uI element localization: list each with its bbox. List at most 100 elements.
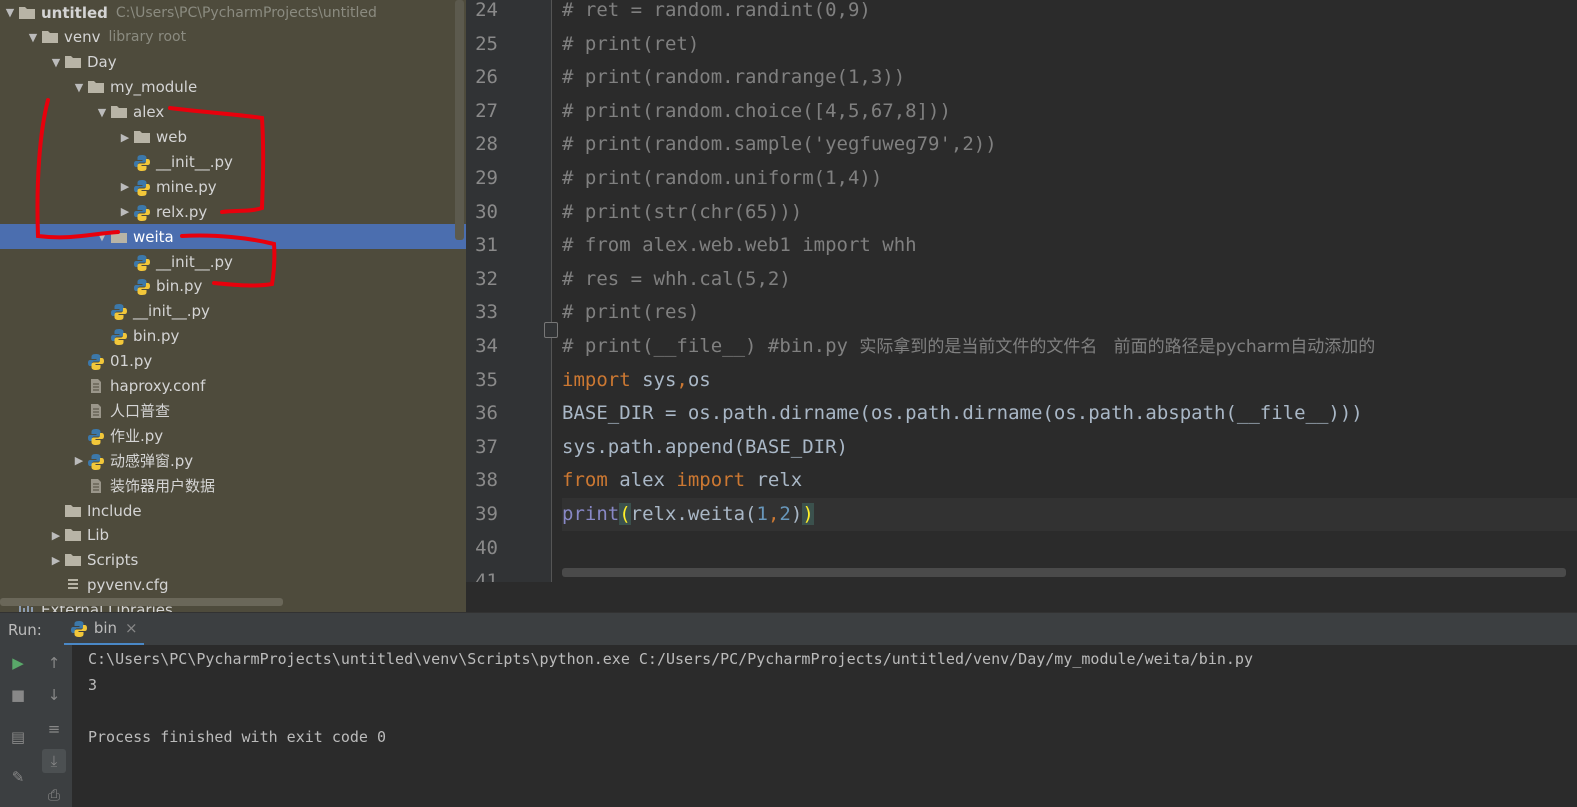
- tree-item[interactable]: __init__.py: [0, 149, 466, 174]
- code-comment: # print(random.uniform(1,4)): [562, 167, 883, 189]
- folder-icon: [64, 527, 82, 543]
- tree-item[interactable]: ▼ alex: [0, 100, 466, 125]
- tree-item-label: 动感弹窗.py: [110, 452, 194, 471]
- code-text: relx.weita(: [630, 503, 757, 525]
- line-number: 30: [475, 200, 498, 223]
- code-line: import sys,os: [562, 364, 1577, 397]
- tree-vertical-scrollbar[interactable]: [455, 0, 464, 240]
- tree-item-label: alex: [133, 103, 165, 122]
- line-number: 24: [475, 0, 498, 21]
- tree-item[interactable]: __init__.py: [0, 249, 466, 274]
- line-number: 41: [475, 570, 498, 582]
- tree-item[interactable]: 作业.py: [0, 423, 466, 448]
- code-text: os: [687, 368, 711, 391]
- code-line: BASE_DIR = os.path.dirname(os.path.dirna…: [562, 397, 1577, 430]
- collapse-arrow-icon[interactable]: ▶: [117, 180, 133, 193]
- run-toolbar: ▶ ↑ ■ ↓ ≡ ▤ ⤓ ✎ ⎙: [0, 645, 72, 807]
- expand-arrow-icon[interactable]: ▼: [2, 6, 18, 19]
- collapse-arrow-icon[interactable]: ▶: [117, 205, 133, 218]
- expand-arrow-icon[interactable]: ▼: [48, 56, 64, 69]
- tree-item-label: 装饰器用户数据: [110, 477, 216, 496]
- console-line: C:\Users\PC\PycharmProjects\untitled\ven…: [88, 650, 1253, 668]
- folder-icon: [110, 104, 128, 120]
- run-console-output[interactable]: C:\Users\PC\PycharmProjects\untitled\ven…: [72, 645, 1577, 807]
- print-icon[interactable]: ⎙: [42, 783, 66, 807]
- fold-marker-icon[interactable]: [544, 322, 558, 338]
- scroll-to-end-icon[interactable]: ⤓: [42, 749, 66, 773]
- tree-item[interactable]: ▼ weita: [0, 224, 466, 250]
- line-number: 38: [475, 469, 498, 492]
- tree-item[interactable]: bin.py: [0, 324, 466, 349]
- tree-item[interactable]: ▶ 动感弹窗.py: [0, 448, 466, 473]
- tree-item-label: weita: [133, 227, 174, 246]
- tree-item-label: bin.py: [156, 277, 203, 296]
- tree-item-label: __init__.py: [156, 152, 233, 171]
- pin-icon[interactable]: ✎: [6, 765, 30, 789]
- python-file-icon: [87, 428, 105, 445]
- python-file-icon: [110, 303, 128, 321]
- line-number: 36: [475, 402, 498, 425]
- line-number: 25: [475, 32, 498, 55]
- console-line: 3: [88, 676, 98, 694]
- tree-item[interactable]: ▼ Day: [0, 50, 466, 75]
- python-file-icon: [133, 278, 151, 296]
- close-icon[interactable]: ×: [125, 619, 138, 637]
- code-line: # res = whh.cal(5,2): [562, 263, 1577, 296]
- tree-item[interactable]: 装饰器用户数据: [0, 473, 466, 498]
- tree-item[interactable]: ▼ venv library root: [0, 25, 466, 50]
- stop-icon[interactable]: ■: [6, 683, 30, 707]
- collapse-arrow-icon[interactable]: ▶: [117, 131, 133, 144]
- console-line: Process finished with exit code 0: [88, 728, 387, 746]
- collapse-arrow-icon[interactable]: ▶: [71, 454, 87, 467]
- folder-icon: [64, 552, 82, 568]
- tree-item[interactable]: ▶ mine.py: [0, 174, 466, 199]
- rerun-icon[interactable]: ▶: [6, 651, 30, 675]
- code-line: # from alex.web.web1 import whh: [562, 229, 1577, 262]
- collapse-arrow-icon[interactable]: ▶: [48, 554, 64, 567]
- code-line: # print(random.sample('yegfuweg79',2)): [562, 128, 1577, 161]
- tree-item[interactable]: ▼ untitled C:\Users\PC\PycharmProjects\unt…: [0, 0, 466, 25]
- folder-icon: [64, 503, 82, 519]
- editor-horizontal-scrollbar[interactable]: [562, 568, 1566, 577]
- tree-item[interactable]: __init__.py: [0, 299, 466, 324]
- collapse-arrow-icon[interactable]: ▶: [48, 529, 64, 542]
- scroll-up-icon[interactable]: ↑: [42, 651, 66, 675]
- expand-arrow-icon[interactable]: ▼: [94, 230, 110, 243]
- code-line: # print(str(chr(65))): [562, 196, 1577, 229]
- expand-arrow-icon[interactable]: ▼: [71, 81, 87, 94]
- tree-item[interactable]: pyvenv.cfg: [0, 573, 466, 598]
- tree-item[interactable]: ▶ relx.py: [0, 199, 466, 224]
- run-label: Run:: [8, 620, 42, 639]
- tree-item[interactable]: 人口普查: [0, 398, 466, 423]
- tree-item-label: __init__.py: [156, 252, 233, 271]
- line-number: 29: [475, 167, 498, 189]
- line-number: 26: [475, 66, 498, 89]
- expand-arrow-icon[interactable]: ▼: [25, 31, 41, 44]
- tree-item-label: pyvenv.cfg: [87, 576, 169, 595]
- code-keyword: import: [562, 368, 631, 391]
- line-number: 28: [475, 133, 498, 156]
- tree-item[interactable]: 01.py: [0, 349, 466, 374]
- layout-icon[interactable]: ▤: [6, 725, 30, 749]
- tree-item[interactable]: ▶ Lib: [0, 523, 466, 548]
- soft-wrap-icon[interactable]: ≡: [42, 717, 66, 741]
- tree-item[interactable]: Include: [0, 498, 466, 523]
- tree-horizontal-scrollbar[interactable]: [0, 598, 283, 606]
- tree-item[interactable]: ▼ my_module: [0, 75, 466, 100]
- code-line: print(relx.weita(1,2)): [562, 498, 1577, 531]
- scroll-down-icon[interactable]: ↓: [42, 683, 66, 707]
- tree-item-label: 人口普查: [110, 402, 171, 421]
- tree-item-label: __init__.py: [133, 302, 210, 321]
- run-tab-bin[interactable]: bin ×: [63, 613, 144, 646]
- tree-item[interactable]: bin.py: [0, 274, 466, 299]
- tree-item[interactable]: ▶ web: [0, 125, 466, 150]
- code-editor[interactable]: 24 25 26 27 28 29 30 31 32 33 34 35 36 37 38 39 40 41 # r…: [466, 0, 1577, 582]
- folder-icon: [41, 29, 59, 45]
- python-file-icon: [70, 620, 88, 637]
- expand-arrow-icon[interactable]: ▼: [94, 106, 110, 119]
- run-panel-header: Run: bin ×: [0, 612, 1577, 646]
- run-tab-label: bin: [93, 619, 118, 637]
- tree-item[interactable]: haproxy.conf: [0, 374, 466, 399]
- code-comment: # res = whh.cal(5,2): [562, 267, 791, 290]
- tree-item[interactable]: ▶ Scripts: [0, 548, 466, 573]
